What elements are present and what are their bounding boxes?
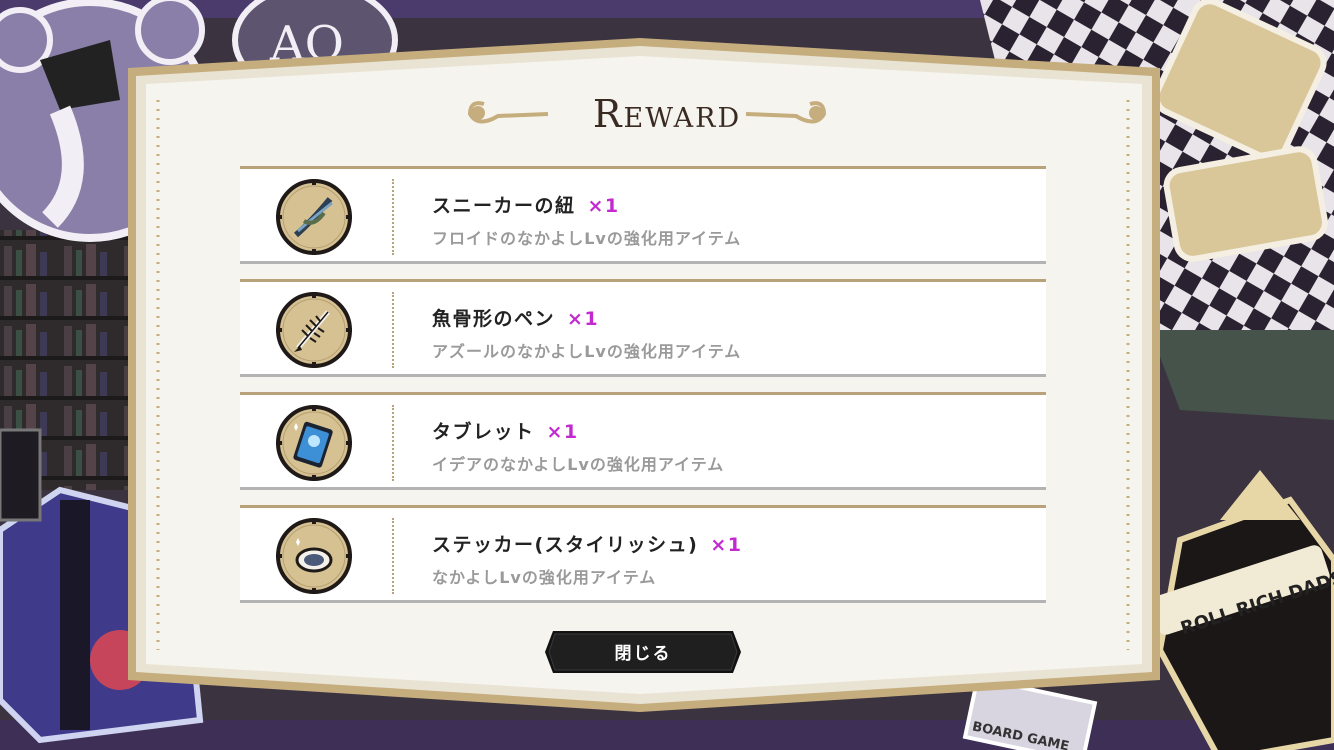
shoelace-icon — [276, 179, 352, 255]
reward-name: ステッカー(スタイリッシュ) — [432, 534, 699, 556]
reward-item: スニーカーの紐 ×1 フロイドのなかよしLvの強化用アイテム — [240, 166, 1046, 264]
dialog-title: Reward — [592, 92, 742, 136]
reward-item: ステッカー(スタイリッシュ) ×1 なかよしLvの強化用アイテム — [240, 505, 1046, 603]
reward-description: フロイドのなかよしLvの強化用アイテム — [432, 229, 742, 248]
reward-quantity: ×1 — [567, 308, 600, 330]
reward-quantity: ×1 — [587, 195, 620, 217]
reward-description: アズールのなかよしLvの強化用アイテム — [432, 342, 742, 361]
reward-name-row: 魚骨形のペン ×1 — [432, 304, 599, 331]
reward-description: イデアのなかよしLvの強化用アイテム — [432, 455, 725, 474]
tablet-icon — [276, 405, 352, 481]
close-button[interactable]: 閉じる — [545, 629, 741, 675]
reward-list: スニーカーの紐 ×1 フロイドのなかよしLvの強化用アイテム 魚骨形のペン ×1 ア… — [240, 166, 1046, 618]
row-divider — [392, 179, 394, 255]
reward-item: 魚骨形のペン ×1 アズールのなかよしLvの強化用アイテム — [240, 279, 1046, 377]
reward-name: タブレット — [432, 421, 535, 443]
row-divider — [392, 292, 394, 368]
reward-name: 魚骨形のペン — [432, 308, 556, 330]
row-divider — [392, 405, 394, 481]
close-button-label: 閉じる — [614, 644, 672, 664]
reward-name-row: ステッカー(スタイリッシュ) ×1 — [432, 530, 743, 557]
dialog-title-row: Reward — [0, 84, 1334, 144]
reward-item: タブレット ×1 イデアのなかよしLvの強化用アイテム — [240, 392, 1046, 490]
reward-name: スニーカーの紐 — [432, 195, 576, 217]
sticker-icon — [276, 518, 352, 594]
reward-quantity: ×1 — [710, 534, 743, 556]
fishbone-pen-icon — [276, 292, 352, 368]
reward-name-row: タブレット ×1 — [432, 417, 579, 444]
reward-dialog: Reward スニーカーの紐 ×1 フロイドのなかよしLvの強化用アイテム 魚骨… — [0, 0, 1334, 750]
reward-description: なかよしLvの強化用アイテム — [432, 568, 657, 587]
reward-quantity: ×1 — [546, 421, 579, 443]
row-divider — [392, 518, 394, 594]
reward-name-row: スニーカーの紐 ×1 — [432, 191, 620, 218]
